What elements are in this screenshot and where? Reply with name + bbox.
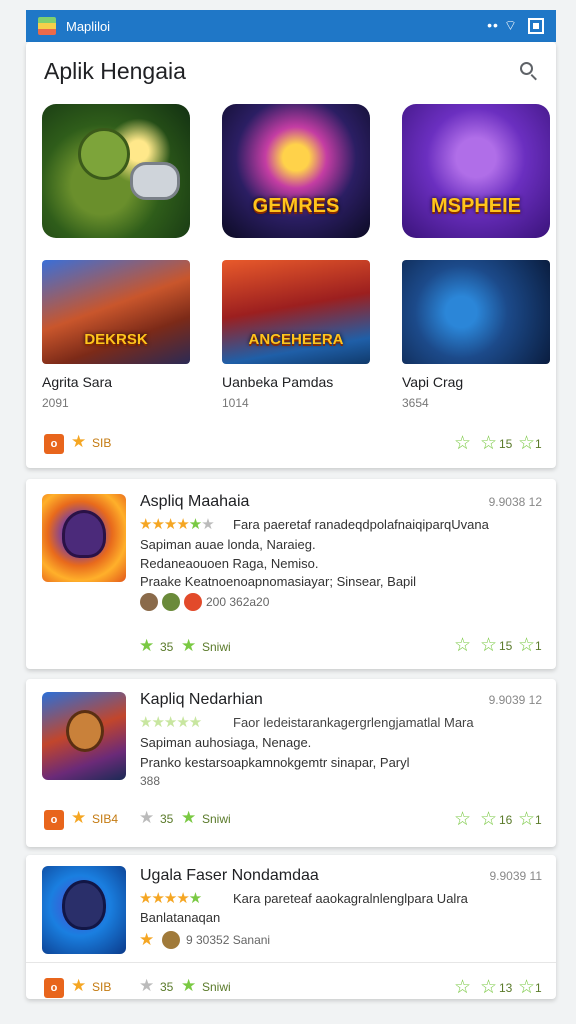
rating-count: 15 bbox=[499, 639, 513, 653]
star-outline-icon[interactable]: ☆ bbox=[454, 976, 471, 999]
divider bbox=[26, 962, 556, 963]
window-icon[interactable] bbox=[528, 18, 544, 34]
featured-app-tile[interactable] bbox=[42, 104, 190, 238]
footer-count: 35 bbox=[160, 980, 174, 994]
star-icon: ★ bbox=[139, 930, 155, 949]
star-outline-icon[interactable]: ☆ bbox=[454, 432, 471, 455]
star-icon: ★ bbox=[181, 636, 197, 655]
star-outline-icon[interactable]: ☆ bbox=[480, 808, 497, 831]
orange-badge-icon[interactable]: o bbox=[44, 434, 64, 454]
list-item-date: 9.9038 12 bbox=[488, 495, 542, 509]
footer-label: SIB bbox=[92, 980, 112, 994]
list-item-line: Faor ledeistarankagergrlengjamatlal Mara bbox=[233, 715, 474, 730]
search-icon[interactable] bbox=[518, 60, 540, 82]
avatar bbox=[140, 593, 158, 611]
page-title: Aplik Hengaia bbox=[44, 58, 186, 84]
list-item-line: Banlatanaqan bbox=[140, 910, 221, 925]
star-icon: ★ bbox=[71, 808, 87, 827]
footer-label: Sniwi bbox=[202, 640, 231, 654]
app-tile[interactable] bbox=[402, 260, 550, 364]
avatar bbox=[162, 593, 180, 611]
list-item-line: Praake Keatnoenoapnomasiayar; Sinsear, B… bbox=[140, 574, 417, 589]
list-item-line: 388 bbox=[140, 774, 161, 788]
avatar bbox=[184, 593, 202, 611]
list-item-date: 9.9039 11 bbox=[489, 869, 543, 883]
status-bar: Mapliloi •• ⌔ bbox=[26, 10, 556, 42]
footer-count: 35 bbox=[160, 812, 174, 826]
tile-label: ANCEHEERA bbox=[248, 331, 344, 348]
rating-count: 13 bbox=[499, 981, 513, 995]
rating-last: 1 bbox=[535, 813, 542, 827]
rating-stars: ★★★★★ bbox=[139, 890, 202, 907]
footer-label: SIB4 bbox=[92, 812, 119, 826]
app-icon bbox=[38, 17, 56, 35]
star-outline-icon[interactable]: ☆ bbox=[518, 634, 535, 657]
rating-last: 1 bbox=[535, 639, 542, 653]
orange-badge-icon[interactable]: o bbox=[44, 810, 64, 830]
tile-name[interactable]: Agrita Sara bbox=[42, 374, 112, 390]
star-outline-icon[interactable]: ☆ bbox=[454, 634, 471, 657]
star-outline-icon[interactable]: ☆ bbox=[518, 808, 535, 831]
tile-count: 2091 bbox=[42, 396, 69, 410]
orange-badge-icon[interactable]: o bbox=[44, 978, 64, 998]
star-icon: ★ bbox=[181, 808, 197, 827]
rating-last: 1 bbox=[535, 981, 542, 995]
star-icon: ★ bbox=[71, 976, 87, 995]
rating-stars: ★★★★★★ bbox=[139, 516, 215, 533]
list-item-line: Pranko kestarsoapkamnokgemtr sinapar, Pa… bbox=[140, 755, 410, 770]
star-outline-icon[interactable]: ☆ bbox=[518, 432, 535, 455]
star-outline-icon[interactable]: ☆ bbox=[480, 432, 497, 455]
list-item-line: Redaneaouoen Raga, Nemiso. bbox=[140, 556, 319, 571]
star-outline-icon[interactable]: ☆ bbox=[480, 976, 497, 999]
star-icon: ★ bbox=[139, 808, 155, 827]
star-outline-icon[interactable]: ☆ bbox=[454, 808, 471, 831]
app-tile[interactable]: DEKRSK bbox=[42, 260, 190, 364]
character-icon bbox=[62, 880, 106, 930]
app-tile[interactable]: ANCEHEERA bbox=[222, 260, 370, 364]
rating-count: 15 bbox=[499, 437, 513, 451]
list-item-date: 9.9039 12 bbox=[488, 693, 542, 707]
star-icon: ★ bbox=[71, 432, 87, 451]
tile-label: DEKRSK bbox=[84, 331, 148, 348]
gamepad-icon bbox=[130, 162, 180, 200]
featured-label: MSPHEIE bbox=[430, 195, 522, 217]
featured-app-tile[interactable]: GEMRES bbox=[222, 104, 370, 238]
tile-name[interactable]: Vapi Crag bbox=[402, 374, 463, 390]
rating-last: 1 bbox=[535, 437, 542, 451]
character-icon bbox=[66, 710, 104, 752]
status-bar-title: Mapliloi bbox=[66, 18, 111, 34]
list-item-title[interactable]: Kapliq Nedarhian bbox=[140, 691, 263, 709]
star-outline-icon[interactable]: ☆ bbox=[480, 634, 497, 657]
footer-label: Sniwi bbox=[202, 812, 231, 826]
footer-count: 35 bbox=[160, 640, 174, 654]
rating-stars: ★★★★★ bbox=[139, 714, 202, 731]
list-item-line: Sapiman auhosiaga, Nenage. bbox=[140, 735, 312, 750]
star-icon: ★ bbox=[181, 976, 197, 995]
app-thumbnail[interactable] bbox=[42, 494, 126, 582]
featured-app-tile[interactable]: MSPHEIE bbox=[402, 104, 550, 238]
character-icon bbox=[78, 128, 130, 180]
rating-count: 16 bbox=[499, 813, 513, 827]
tile-name[interactable]: Uanbeka Pamdas bbox=[222, 374, 333, 390]
tile-count: 3654 bbox=[402, 396, 429, 410]
featured-label: GEMRES bbox=[252, 195, 340, 217]
app-thumbnail[interactable] bbox=[42, 866, 126, 954]
list-item-line: Fara paeretaf ranadeqdpolafnaiqiparqUvan… bbox=[233, 517, 489, 532]
list-item-title[interactable]: Ugala Faser Nondamdaa bbox=[140, 867, 319, 885]
star-outline-icon[interactable]: ☆ bbox=[518, 976, 535, 999]
star-icon: ★ bbox=[139, 636, 155, 655]
wifi-icon: •• ⌔ bbox=[487, 17, 518, 33]
footer-label: Sniwi bbox=[202, 980, 231, 994]
meta-text: 9 30352 Sanani bbox=[186, 933, 271, 947]
tile-count: 1014 bbox=[222, 396, 249, 410]
meta-text: 200 362a20 bbox=[206, 595, 270, 609]
footer-label: SIB bbox=[92, 436, 112, 450]
avatar bbox=[162, 931, 180, 949]
app-thumbnail[interactable] bbox=[42, 692, 126, 780]
list-item-title[interactable]: Aspliq Maahaia bbox=[140, 493, 249, 511]
star-icon: ★ bbox=[139, 976, 155, 995]
character-icon bbox=[62, 510, 106, 558]
list-item-line: Sapiman auae londa, Naraieg. bbox=[140, 537, 316, 552]
list-item-line: Kara pareteaf aaokagralnlenglpara Ualra bbox=[233, 891, 468, 906]
